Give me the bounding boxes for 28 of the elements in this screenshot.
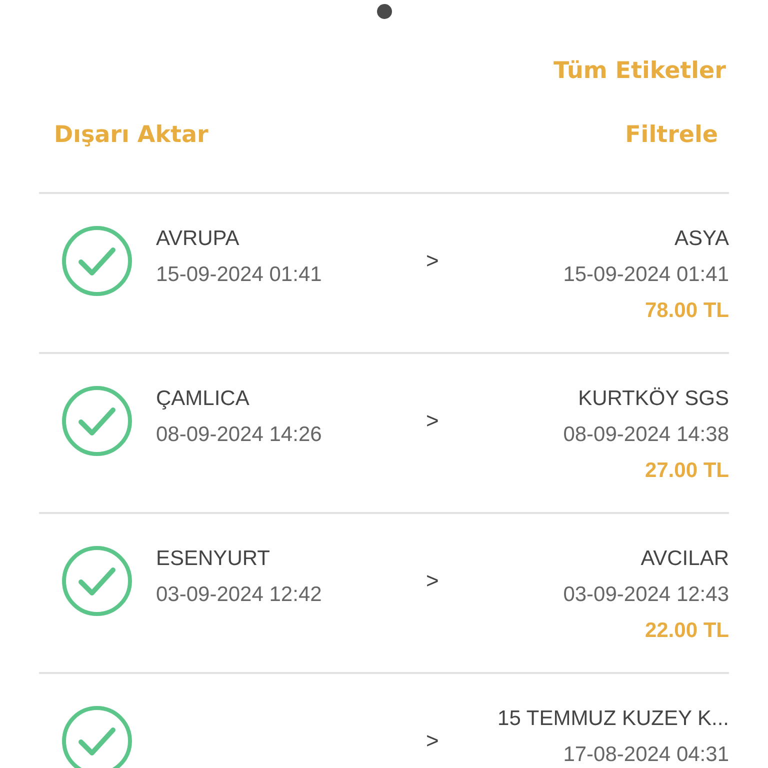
fare-amount: 78.00 TL <box>644 298 729 324</box>
all-tags-link[interactable]: Tüm Etiketler <box>553 56 726 86</box>
arrival-time: 08-09-2024 14:38 <box>563 422 729 448</box>
arrival-time: 17-08-2024 04:31 <box>563 742 729 768</box>
fare-amount: 27.00 TL <box>644 458 729 484</box>
arrival-stop: KURTKÖY SGS <box>578 386 729 412</box>
arrival-stop: AVCILAR <box>640 546 729 572</box>
departure-time: 08-09-2024 14:26 <box>156 422 323 448</box>
departure-time: 03-09-2024 12:42 <box>156 582 323 608</box>
direction-separator: > <box>426 728 439 754</box>
departure-stop: ÇAMLICA <box>156 386 250 412</box>
departure-stop: ESENYURT <box>156 546 271 572</box>
fare-amount: 22.00 TL <box>644 618 729 644</box>
direction-separator: > <box>426 408 439 434</box>
check-circle-icon <box>61 545 133 617</box>
departure-stop: AVRUPA <box>156 226 240 252</box>
check-circle-icon <box>61 385 133 457</box>
direction-separator: > <box>426 568 439 594</box>
export-link[interactable]: Dışarı Aktar <box>54 120 208 150</box>
arrival-stop: 15 TEMMUZ KUZEY K... <box>498 706 729 732</box>
arrival-time: 15-09-2024 01:41 <box>563 262 729 288</box>
departure-time: 15-09-2024 01:41 <box>156 262 323 288</box>
check-circle-icon <box>61 225 133 297</box>
page-indicator-dot <box>376 4 392 19</box>
direction-separator: > <box>426 248 439 274</box>
arrival-time: 03-09-2024 12:43 <box>563 582 729 608</box>
filter-link[interactable]: Filtrele <box>625 120 718 150</box>
arrival-stop: ASYA <box>674 226 729 252</box>
